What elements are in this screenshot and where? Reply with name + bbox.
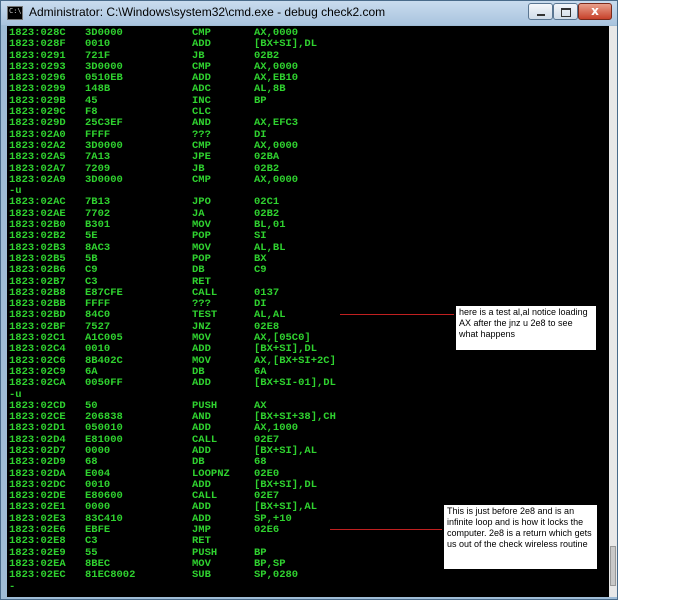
line-operands: AX,1000 [254,422,299,435]
line-address: 1823:02B2 [9,230,66,243]
minimize-button[interactable] [528,3,553,20]
line-bytes: 0010 [85,38,111,51]
line-operands: [BX+SI],DL [254,38,318,51]
line-operands: SI [254,230,267,243]
line-address: 1823:02CA [9,377,66,390]
line-address: 1823:02C4 [9,343,66,356]
line-address: 1823:02D1 [9,422,66,435]
line-operands: BP [254,94,267,107]
line-operands: C9 [254,264,267,277]
vertical-scrollbar[interactable] [609,26,617,597]
close-icon: x [591,4,599,18]
line-mnemonic: ADD [192,38,211,51]
line-mnemonic: ADD [192,377,211,390]
line-address: 1823:02B6 [9,264,66,277]
annotation-pointer-1 [340,314,454,315]
line-address: 1823:029D [9,117,66,130]
line-bytes: 7A13 [85,151,111,164]
line-bytes: 25C3EF [85,117,123,130]
line-operands: [BX+SI],DL [254,343,318,356]
line-address: 1823:028F [9,38,66,51]
line-bytes: 5E [85,230,98,243]
line-operands: AX,EFC3 [254,117,299,130]
line-mnemonic: CMP [192,173,211,186]
line-mnemonic: ADD [192,422,211,435]
line-mnemonic: POP [192,230,211,243]
annotation-note-test: here is a test al,al notice loading AX a… [455,305,597,351]
line-address: 1823:02A5 [9,151,66,164]
annotation-pointer-2 [330,529,442,530]
line-bytes: C3 [85,535,98,548]
line-address: 1823:02E8 [9,535,66,548]
line-bytes: C9 [85,264,98,277]
title-bar[interactable]: Administrator: C:\Windows\system32\cmd.e… [1,1,617,25]
line-operands: AX,0000 [254,173,299,186]
line-address: 1823:02D9 [9,456,66,469]
line-operands: [BX+SI-01],DL [254,377,336,390]
line-address: 1823:02EC [9,569,66,582]
line-bytes: 68 [85,456,98,469]
window-title: Administrator: C:\Windows\system32\cmd.e… [29,5,386,19]
line-mnemonic: SUB [192,569,211,582]
line-bytes: 81EC8002 [85,569,136,582]
annotation-note-loop: This is just before 2e8 and is an infini… [443,504,598,570]
line-operands: 02E6 [254,524,280,537]
close-button[interactable]: x [578,3,612,20]
scrollbar-thumb[interactable] [610,546,616,586]
cmd-app-icon[interactable] [7,6,23,20]
line-mnemonic: DB [192,264,205,277]
line-bytes: 0010 [85,343,111,356]
line-operands: 02BA [254,151,280,164]
line-mnemonic: RET [192,535,211,548]
line-mnemonic: DB [192,456,205,469]
line-operands: 68 [254,456,267,469]
maximize-button[interactable] [553,3,578,20]
line-mnemonic: ADD [192,343,211,356]
line-address: - [9,580,16,593]
line-bytes: 3D0000 [85,173,123,186]
line-bytes: 0050FF [85,377,123,390]
line-bytes: 050010 [85,422,123,435]
line-mnemonic: AND [192,117,211,130]
line-operands: SP,0280 [254,569,299,582]
line-mnemonic: JPE [192,151,211,164]
